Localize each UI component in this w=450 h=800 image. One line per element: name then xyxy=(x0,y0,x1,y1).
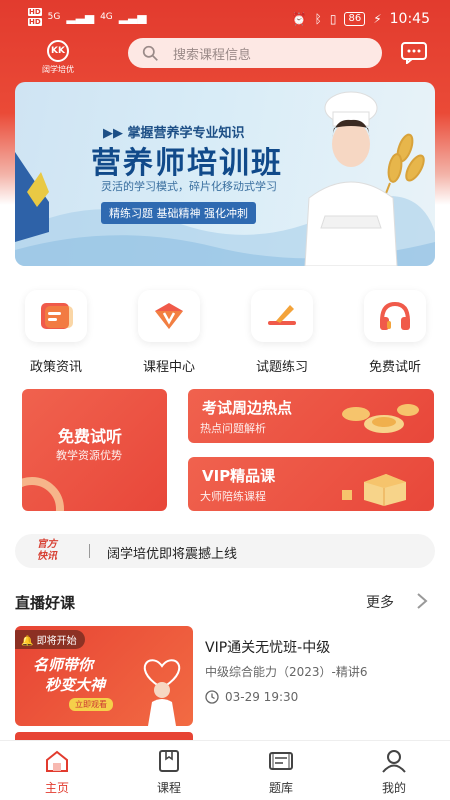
banner-description: 灵活的学习模式，碎片化移动式学习 xyxy=(101,180,277,193)
exam-hotspot-card[interactable]: 考试周边热点 热点问题解析 xyxy=(188,389,434,443)
chevron-right-icon[interactable] xyxy=(416,592,428,610)
battery-indicator: 86 xyxy=(344,12,366,26)
charging-icon: ⚡ xyxy=(373,12,382,26)
signal2-bars-icon: ▂▃▅ xyxy=(118,10,147,24)
category-icon-box xyxy=(25,290,87,342)
search-placeholder: 搜索课程信息 xyxy=(173,47,252,63)
card-title: VIP精品课 xyxy=(202,467,276,485)
category-course-center[interactable]: 课程中心 xyxy=(124,290,214,375)
alarm-icon: ⏰ xyxy=(291,12,307,26)
category-label: 政策资讯 xyxy=(29,360,82,375)
notice-tag: 官方快讯 xyxy=(37,539,57,562)
course-subtitle: 中级综合能力（2023）-精讲6 xyxy=(205,665,368,679)
thumb-headline-1: 名师带你 xyxy=(33,656,94,674)
course-time-text: 03-29 19:30 xyxy=(225,690,299,704)
card-decoration xyxy=(22,477,64,511)
sim1-badge: HD xyxy=(28,8,42,16)
logo-mark: KK xyxy=(47,40,69,62)
headphones-icon xyxy=(380,301,410,330)
card-subtitle: 热点问题解析 xyxy=(200,422,266,435)
bottom-navigation: 主页 课程 题库 我的 xyxy=(0,740,450,800)
app-logo[interactable]: KK 阔学培优 xyxy=(38,40,78,75)
tab-profile[interactable]: 我的 xyxy=(364,749,424,796)
tab-courses[interactable]: 课程 xyxy=(139,749,199,796)
live-dot-icon: 🔔 xyxy=(21,636,34,647)
upcoming-badge: 🔔 即将开始 xyxy=(15,630,85,649)
category-label: 课程中心 xyxy=(142,360,195,375)
banner-tag: 精练习题 基础精神 强化冲刺 xyxy=(101,202,256,224)
watch-now-button[interactable]: 立即观看 xyxy=(69,698,113,711)
live-section-title: 直播好课 xyxy=(15,594,76,612)
tab-home[interactable]: 主页 xyxy=(27,749,87,796)
course-thumbnail[interactable]: 🔔 即将开始 名师带你 秒变大神 立即观看 xyxy=(15,626,193,726)
vibrate-icon: ▯ xyxy=(329,12,337,26)
chef-illustration xyxy=(304,91,425,266)
book-icon xyxy=(159,750,179,772)
official-news-bar[interactable]: 官方快讯 阔学培优即将震撼上线 xyxy=(15,534,435,568)
message-icon[interactable] xyxy=(401,42,427,64)
card-subtitle: 教学资源优势 xyxy=(56,449,122,462)
card-title: 考试周边热点 xyxy=(202,399,293,417)
question-bank-icon xyxy=(269,752,293,770)
category-grid: 政策资讯 课程中心 试题练习 免费试听 xyxy=(0,290,450,380)
category-icon-box xyxy=(138,290,200,342)
thumb-headline-2: 秒变大神 xyxy=(45,676,106,694)
category-exercise[interactable]: 试题练习 xyxy=(237,290,327,375)
course-title[interactable]: VIP通关无忧班-中级 xyxy=(205,637,330,657)
boxes-icon xyxy=(342,474,406,506)
logo-text: 阔学培优 xyxy=(42,65,74,74)
clock: 10:45 xyxy=(389,11,430,27)
tab-label: 题库 xyxy=(268,781,293,795)
signal2-text: 4G xyxy=(100,12,113,22)
sim2-badge: HD xyxy=(28,18,42,26)
notice-divider xyxy=(89,544,90,558)
category-label: 试题练习 xyxy=(255,360,308,375)
course-time: 03-29 19:30 xyxy=(205,690,298,704)
signal1-bars-icon: ▂▃▅ xyxy=(66,10,95,24)
banner-title: 营养师培训班 xyxy=(91,146,283,181)
free-listen-card[interactable]: 免费试听 教学资源优势 xyxy=(22,389,167,511)
tab-label: 主页 xyxy=(44,781,69,795)
card-title: 免费试听 xyxy=(58,427,123,446)
news-icon xyxy=(41,303,73,329)
clock-icon xyxy=(205,690,219,704)
search-icon xyxy=(142,45,158,61)
category-free-listen[interactable]: 免费试听 xyxy=(350,290,440,375)
notice-text: 阔学培优即将震撼上线 xyxy=(107,547,238,562)
tab-label: 我的 xyxy=(381,781,406,795)
coins-icon xyxy=(342,404,419,433)
promo-banner[interactable]: ▶▶ 掌握营养学专业知识 营养师培训班 灵活的学习模式，碎片化移动式学习 精练习… xyxy=(15,82,435,266)
badge-label: 即将开始 xyxy=(36,636,77,647)
user-icon xyxy=(382,750,406,773)
status-bar: HD HD 5G ▂▃▅ 4G ▂▃▅ ⏰ ᛒ ▯ 86 ⚡ 10:45 xyxy=(0,0,450,38)
category-icon-box xyxy=(364,290,426,342)
course-center-icon xyxy=(155,303,183,329)
tab-question-bank[interactable]: 题库 xyxy=(251,749,311,796)
presenter-illustration xyxy=(143,659,181,726)
more-link[interactable]: 更多 xyxy=(366,592,394,612)
category-label: 免费试听 xyxy=(368,360,421,375)
category-icon-box xyxy=(251,290,313,342)
signal1-text: 5G xyxy=(47,12,61,22)
exercise-icon xyxy=(268,305,296,325)
tab-label: 课程 xyxy=(156,781,181,795)
search-input[interactable]: 搜索课程信息 xyxy=(128,38,382,68)
home-icon xyxy=(46,750,68,772)
card-subtitle: 大师陪练课程 xyxy=(200,490,266,503)
bluetooth-icon: ᛒ xyxy=(314,12,322,26)
vip-course-card[interactable]: VIP精品课 大师陪练课程 xyxy=(188,457,434,511)
category-policy-news[interactable]: 政策资讯 xyxy=(11,290,101,375)
